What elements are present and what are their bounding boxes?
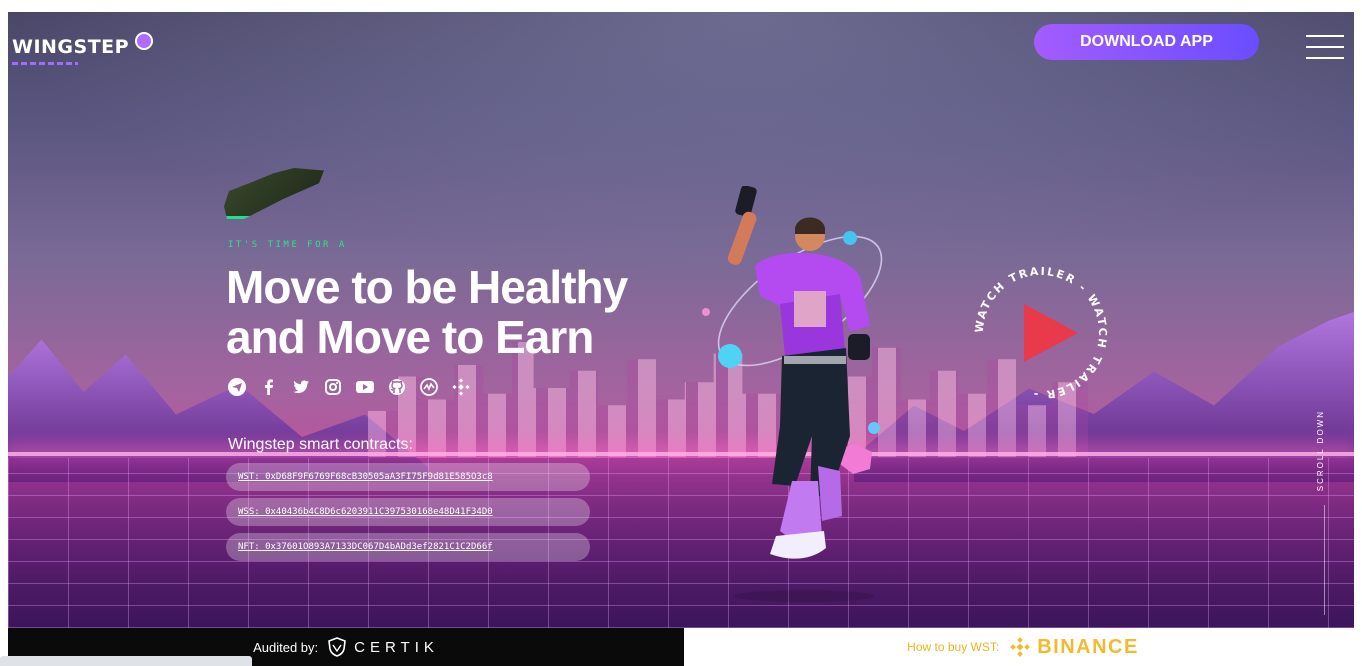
contracts-title: Wingstep smart contracts: — [228, 436, 413, 453]
scroll-line — [1324, 505, 1325, 615]
download-app-button[interactable]: DOWNLOAD APP — [1034, 24, 1259, 60]
grid-floor — [8, 458, 1354, 628]
instagram-icon[interactable] — [322, 376, 344, 398]
github-icon[interactable] — [386, 376, 408, 398]
browser-status-chip — [0, 656, 252, 666]
binance-text: BINANCE — [1037, 635, 1139, 658]
twitter-icon[interactable] — [290, 376, 312, 398]
hero-headline: Move to be Healthy and Move to Earn — [226, 262, 696, 362]
wingstep-logo[interactable]: WINGSTEP — [12, 32, 154, 58]
logo-pin-icon — [135, 32, 154, 50]
binance-icon[interactable] — [450, 376, 472, 398]
youtube-icon[interactable] — [354, 376, 376, 398]
play-icon — [1024, 304, 1078, 362]
buy-label: How to buy WST: — [907, 640, 1000, 654]
headline-line-2: and Move to Earn — [226, 311, 594, 363]
certik-text: CERTIK — [354, 638, 439, 656]
telegram-icon[interactable] — [226, 376, 248, 398]
hero-tagline: IT'S TIME FOR A — [228, 240, 347, 250]
watch-trailer-button[interactable]: WATCH TRAILER - WATCH TRAILER - — [966, 258, 1116, 408]
runner-character-illustration — [702, 186, 883, 602]
how-to-buy-banner: How to buy WST: BINANCE — [684, 628, 1362, 666]
logo-text: WINGSTEP — [12, 36, 130, 58]
certik-logo[interactable]: CERTIK — [326, 636, 439, 658]
facebook-icon[interactable] — [258, 376, 280, 398]
scroll-down-indicator[interactable]: SCROLL DOWN — [1316, 410, 1325, 491]
binance-diamond-icon — [1010, 637, 1031, 657]
contract-wss-link[interactable]: WSS: 0x40436b4C8D6c6203911C397530168e48D… — [226, 498, 590, 526]
contract-nft-link[interactable]: NFT: 0x37601O893A7133DC067D4bADd3ef2821C… — [226, 533, 590, 561]
binance-logo[interactable]: BINANCE — [1009, 636, 1139, 659]
hamburger-menu-icon[interactable] — [1306, 35, 1344, 59]
audited-label: Audited by: — [253, 639, 319, 655]
certik-shield-icon — [328, 637, 347, 657]
headline-line-1: Move to be Healthy — [226, 261, 628, 313]
horizon-glow — [8, 452, 1354, 456]
social-icons — [226, 376, 472, 398]
contract-wst-link[interactable]: WST: 0xD68F9F6769F68cB30505aA3FI75F9d81E… — [226, 463, 590, 491]
coinmarketcap-icon[interactable] — [418, 376, 440, 398]
logo-underline — [12, 62, 78, 65]
